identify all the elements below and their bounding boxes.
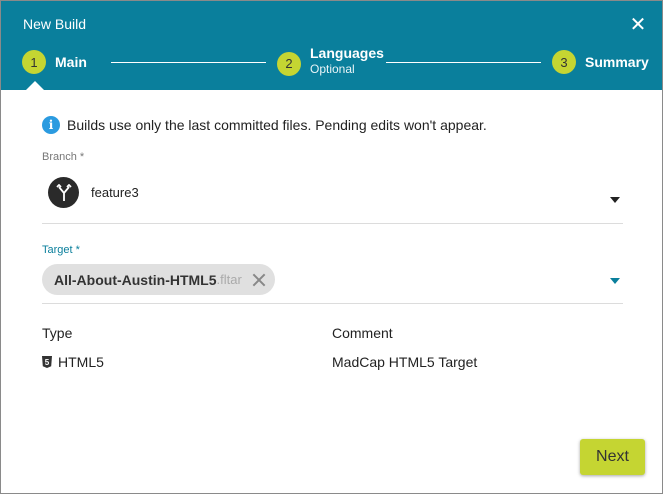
- type-column-header: Type: [42, 325, 73, 341]
- target-chip: All-About-Austin-HTML5 .fltar: [42, 264, 275, 295]
- branch-select[interactable]: feature3: [42, 174, 623, 224]
- active-step-pointer: [26, 81, 44, 90]
- chevron-down-icon[interactable]: [610, 278, 620, 284]
- branch-glyph: [55, 183, 72, 201]
- type-value-text: HTML5: [58, 354, 104, 370]
- chevron-down-icon[interactable]: [610, 197, 620, 203]
- comment-value: MadCap HTML5 Target: [332, 354, 478, 370]
- target-label: Target *: [42, 244, 80, 256]
- branch-value: feature3: [91, 185, 139, 200]
- step-languages[interactable]: 2 Languages Optional: [277, 45, 384, 76]
- target-chip-name: All-About-Austin-HTML5: [54, 271, 217, 288]
- branch-icon: [48, 177, 79, 208]
- step-summary[interactable]: 3 Summary: [552, 50, 649, 74]
- step-number: 3: [552, 50, 576, 74]
- step-label: Main: [55, 54, 87, 70]
- close-icon[interactable]: ✕: [627, 14, 649, 36]
- step-number: 1: [22, 50, 46, 74]
- comment-column-header: Comment: [332, 325, 393, 341]
- target-chip-extension: .fltar: [216, 272, 242, 287]
- step-main[interactable]: 1 Main: [22, 50, 87, 74]
- info-text: Builds use only the last committed files…: [67, 117, 487, 133]
- dialog-header: New Build ✕ 1 Main 2 Languages Optional …: [1, 1, 662, 90]
- type-value: 5 HTML5: [42, 354, 104, 370]
- step-sublabel: Optional: [310, 62, 355, 76]
- remove-chip-icon[interactable]: [252, 273, 266, 287]
- info-message: i Builds use only the last committed fil…: [42, 116, 487, 134]
- new-build-dialog: New Build ✕ 1 Main 2 Languages Optional …: [0, 0, 663, 494]
- step-label: Summary: [585, 54, 649, 70]
- step-label-text: Languages: [310, 45, 384, 61]
- dialog-title: New Build: [23, 16, 87, 32]
- branch-label: Branch *: [42, 151, 85, 163]
- html5-icon: 5: [42, 356, 52, 368]
- step-connector: [386, 62, 541, 63]
- next-button[interactable]: Next: [580, 439, 645, 475]
- target-select[interactable]: All-About-Austin-HTML5 .fltar: [42, 261, 623, 304]
- step-number: 2: [277, 51, 301, 76]
- info-icon: i: [42, 116, 60, 134]
- step-connector: [111, 62, 266, 63]
- step-label: Languages Optional: [310, 45, 384, 76]
